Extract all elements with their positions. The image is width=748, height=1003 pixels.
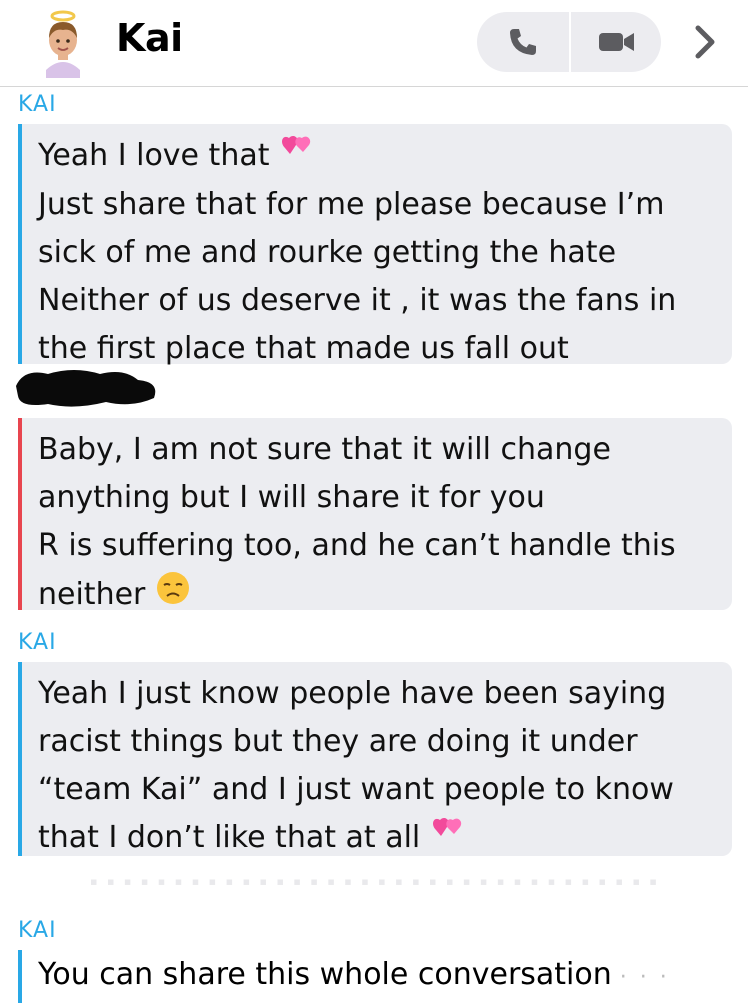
message-line: “team Kai” and I just want people to kno… — [38, 772, 674, 807]
message-bubble[interactable]: You can share this whole conversation · ·… — [18, 950, 732, 1003]
message-line: neither — [38, 570, 714, 621]
message-line: racist things but they are doing it unde… — [38, 724, 638, 759]
message-line: R is suffering too, and he can’t handle … — [38, 528, 676, 563]
message-line: You can share this whole conversation — [38, 957, 612, 992]
message-line: Yeah I love that — [38, 132, 714, 181]
bitmoji-avatar-icon[interactable] — [36, 8, 90, 78]
two-hearts-emoji-icon — [279, 132, 315, 181]
phone-icon — [510, 29, 536, 55]
message-bubble[interactable]: Yeah I love that Just share that for me … — [18, 124, 732, 366]
message-bubble[interactable]: Baby, I am not sure that it will change … — [18, 418, 732, 612]
message-line: Yeah I just know people have been saying — [38, 676, 667, 711]
sender-accent-bar — [18, 418, 22, 610]
message-bubble[interactable]: Yeah I just know people have been saying… — [18, 662, 732, 856]
voice-call-button[interactable] — [477, 12, 569, 72]
chat-title: Kai — [116, 16, 183, 60]
message-line: Baby, I am not sure that it will change — [38, 432, 611, 467]
message-line: that I don’t like that at all — [38, 814, 714, 863]
message-line: anything but I will share it for you — [38, 480, 545, 515]
message-line: Neither of us deserve it , it was the fa… — [38, 283, 677, 318]
sender-label: KAI — [18, 92, 57, 117]
video-camera-icon — [599, 33, 634, 51]
sender-label: KAI — [18, 630, 57, 655]
chat-header: Kai — [0, 0, 748, 87]
disappointed-face-emoji-icon — [155, 570, 191, 621]
faded-background-text: ▪ ▪ ▪ ▪ ▪ ▪ ▪ ▪ ▪ ▪ ▪ ▪ ▪ ▪ ▪ ▪ ▪ ▪ ▪ ▪ … — [90, 875, 660, 888]
sender-accent-bar — [18, 124, 22, 364]
loading-dots-icon: · · · — [619, 965, 670, 990]
redacted-sender-name — [14, 364, 160, 412]
message-line: sick of me and rourke getting the hate — [38, 235, 617, 270]
sender-accent-bar — [18, 662, 22, 856]
call-buttons-group — [477, 12, 661, 72]
sender-label: KAI — [18, 918, 57, 943]
video-call-button[interactable] — [569, 12, 661, 72]
message-line: Just share that for me please because I’… — [38, 187, 665, 222]
chevron-right-icon[interactable] — [690, 24, 720, 60]
two-hearts-emoji-icon — [430, 814, 466, 863]
